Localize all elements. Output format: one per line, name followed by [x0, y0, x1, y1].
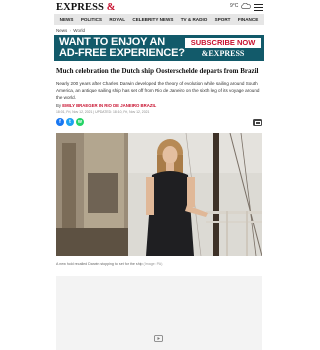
promo-express-logo: &EXPRESS — [201, 49, 245, 58]
nav-item-politics[interactable]: POLITICS — [81, 17, 102, 22]
express-logo[interactable]: EXPRESS & — [56, 2, 116, 13]
masthead: EXPRESS & 9°C — [0, 0, 318, 14]
breadcrumb-world[interactable]: World — [73, 28, 85, 33]
crusader-logo-icon: & — [106, 2, 116, 13]
twitter-icon[interactable]: t — [66, 118, 74, 126]
main-nav: NEWS POLITICS ROYAL CELEBRITY NEWS TV & … — [54, 14, 264, 25]
breadcrumb: News › World — [56, 28, 85, 33]
article-standfirst: Nearly 200 years after Charles Darwin de… — [56, 81, 260, 100]
nav-item-finance[interactable]: FINANCE — [238, 17, 258, 22]
article-headline: Much celebration the Dutch ship Oostersc… — [56, 67, 259, 75]
nav-item-celebrity-news[interactable]: CELEBRITY NEWS — [132, 17, 173, 22]
nav-item-tv-radio[interactable]: TV & RADIO — [181, 17, 208, 22]
byline-prefix: By — [56, 103, 62, 108]
photo-credit: (Image: PA) — [143, 262, 163, 266]
nav-item-sport[interactable]: SPORT — [215, 17, 231, 22]
nav-item-news[interactable]: NEWS — [60, 17, 74, 22]
facebook-icon[interactable]: f — [56, 118, 64, 126]
subscribe-now-button[interactable]: SUBSCRIBE NOW — [185, 38, 261, 48]
author-link[interactable]: EMILY BRAEGER IN RIO DE JANEIRO BRAZIL — [62, 103, 156, 108]
weather-widget[interactable]: 9°C — [230, 3, 252, 9]
email-share-icon[interactable] — [253, 119, 262, 126]
publish-dates: 18:01, Fri, Nov 12, 2021 | UPDATED: 18:1… — [56, 110, 150, 114]
whatsapp-icon[interactable]: w — [76, 118, 84, 126]
article-photo — [56, 133, 262, 256]
hamburger-icon[interactable] — [254, 4, 263, 11]
weather-temp: 9°C — [230, 3, 239, 9]
breadcrumb-news[interactable]: News — [56, 28, 67, 33]
promo-line-2: AD-FREE EXPERIENCE? — [59, 47, 185, 59]
share-bar: f t w — [56, 118, 84, 126]
photo-caption: A new hold recalled Darwin stopping to s… — [56, 262, 163, 266]
byline: By EMILY BRAEGER IN RIO DE JANEIRO BRAZI… — [56, 103, 156, 108]
video-camera-icon[interactable] — [154, 329, 163, 342]
breadcrumb-separator: › — [69, 28, 72, 33]
subscribe-promo-banner[interactable]: WANT TO ENJOY AN AD-FREE EXPERIENCE? SUB… — [54, 35, 264, 61]
cloud-icon — [240, 3, 252, 9]
nav-item-royal[interactable]: ROYAL — [109, 17, 125, 22]
